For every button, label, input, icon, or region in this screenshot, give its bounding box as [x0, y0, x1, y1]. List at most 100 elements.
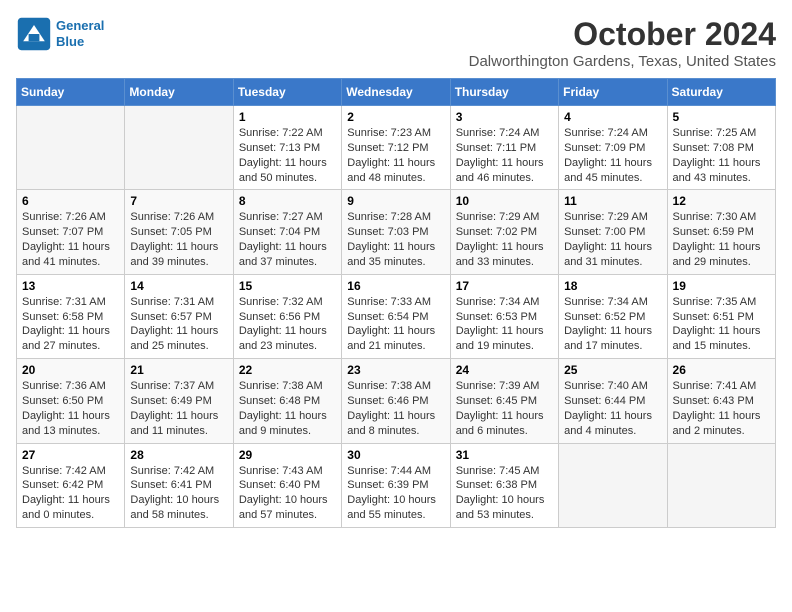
cell-sun-info: Sunrise: 7:39 AMSunset: 6:45 PMDaylight:… — [456, 379, 553, 438]
day-number: 16 — [347, 279, 444, 293]
cell-sun-info: Sunrise: 7:33 AMSunset: 6:54 PMDaylight:… — [347, 295, 444, 354]
calendar-cell: 2 Sunrise: 7:23 AMSunset: 7:12 PMDaylight… — [342, 106, 450, 190]
day-number: 5 — [673, 110, 770, 124]
logo-icon — [16, 16, 52, 52]
calendar-cell: 31 Sunrise: 7:45 AMSunset: 6:38 PMDayligh… — [450, 443, 558, 527]
day-number: 28 — [130, 448, 227, 462]
weekday-header-wednesday: Wednesday — [342, 79, 450, 106]
cell-sun-info: Sunrise: 7:38 AMSunset: 6:48 PMDaylight:… — [239, 379, 336, 438]
day-number: 8 — [239, 194, 336, 208]
weekday-header-friday: Friday — [559, 79, 667, 106]
cell-sun-info: Sunrise: 7:32 AMSunset: 6:56 PMDaylight:… — [239, 295, 336, 354]
cell-sun-info: Sunrise: 7:40 AMSunset: 6:44 PMDaylight:… — [564, 379, 661, 438]
cell-sun-info: Sunrise: 7:43 AMSunset: 6:40 PMDaylight:… — [239, 464, 336, 523]
cell-sun-info: Sunrise: 7:29 AMSunset: 7:02 PMDaylight:… — [456, 210, 553, 269]
day-number: 21 — [130, 363, 227, 377]
calendar-cell: 16 Sunrise: 7:33 AMSunset: 6:54 PMDayligh… — [342, 274, 450, 358]
cell-sun-info: Sunrise: 7:24 AMSunset: 7:09 PMDaylight:… — [564, 126, 661, 185]
day-number: 17 — [456, 279, 553, 293]
weekday-header-sunday: Sunday — [17, 79, 125, 106]
day-number: 27 — [22, 448, 119, 462]
day-number: 10 — [456, 194, 553, 208]
week-row-5: 27 Sunrise: 7:42 AMSunset: 6:42 PMDayligh… — [17, 443, 776, 527]
weekday-header-tuesday: Tuesday — [233, 79, 341, 106]
weekday-header-monday: Monday — [125, 79, 233, 106]
calendar-cell: 19 Sunrise: 7:35 AMSunset: 6:51 PMDayligh… — [667, 274, 775, 358]
cell-sun-info: Sunrise: 7:45 AMSunset: 6:38 PMDaylight:… — [456, 464, 553, 523]
calendar-cell — [559, 443, 667, 527]
cell-sun-info: Sunrise: 7:30 AMSunset: 6:59 PMDaylight:… — [673, 210, 770, 269]
calendar-cell — [125, 106, 233, 190]
calendar-cell: 28 Sunrise: 7:42 AMSunset: 6:41 PMDayligh… — [125, 443, 233, 527]
calendar-cell — [17, 106, 125, 190]
cell-sun-info: Sunrise: 7:38 AMSunset: 6:46 PMDaylight:… — [347, 379, 444, 438]
day-number: 2 — [347, 110, 444, 124]
weekday-header-saturday: Saturday — [667, 79, 775, 106]
day-number: 9 — [347, 194, 444, 208]
cell-sun-info: Sunrise: 7:31 AMSunset: 6:57 PMDaylight:… — [130, 295, 227, 354]
day-number: 30 — [347, 448, 444, 462]
cell-sun-info: Sunrise: 7:42 AMSunset: 6:41 PMDaylight:… — [130, 464, 227, 523]
cell-sun-info: Sunrise: 7:31 AMSunset: 6:58 PMDaylight:… — [22, 295, 119, 354]
page-header: General Blue October 2024 Dalworthington… — [16, 16, 776, 70]
logo-line2: Blue — [56, 34, 104, 50]
calendar-cell: 3Sunrise: 7:24 AMSunset: 7:11 PMDaylight… — [450, 106, 558, 190]
calendar-cell: 26Sunrise: 7:41 AMSunset: 6:43 PMDayligh… — [667, 359, 775, 443]
day-number: 31 — [456, 448, 553, 462]
week-row-3: 13 Sunrise: 7:31 AMSunset: 6:58 PMDayligh… — [17, 274, 776, 358]
calendar-cell: 8 Sunrise: 7:27 AMSunset: 7:04 PMDaylight… — [233, 190, 341, 274]
calendar-cell — [667, 443, 775, 527]
weekday-header-row: SundayMondayTuesdayWednesdayThursdayFrid… — [17, 79, 776, 106]
calendar-cell: 6 Sunrise: 7:26 AMSunset: 7:07 PMDaylight… — [17, 190, 125, 274]
logo-text: General Blue — [56, 18, 104, 49]
cell-sun-info: Sunrise: 7:36 AMSunset: 6:50 PMDaylight:… — [22, 379, 119, 438]
calendar-cell: 1Sunrise: 7:22 AMSunset: 7:13 PMDaylight… — [233, 106, 341, 190]
day-number: 25 — [564, 363, 661, 377]
calendar-cell: 27 Sunrise: 7:42 AMSunset: 6:42 PMDayligh… — [17, 443, 125, 527]
cell-sun-info: Sunrise: 7:37 AMSunset: 6:49 PMDaylight:… — [130, 379, 227, 438]
calendar-cell: 7Sunrise: 7:26 AMSunset: 7:05 PMDaylight… — [125, 190, 233, 274]
cell-sun-info: Sunrise: 7:24 AMSunset: 7:11 PMDaylight:… — [456, 126, 553, 185]
calendar-cell: 29 Sunrise: 7:43 AMSunset: 6:40 PMDayligh… — [233, 443, 341, 527]
location: Dalworthington Gardens, Texas, United St… — [469, 53, 776, 70]
calendar-cell: 9 Sunrise: 7:28 AMSunset: 7:03 PMDaylight… — [342, 190, 450, 274]
calendar-cell: 24Sunrise: 7:39 AMSunset: 6:45 PMDayligh… — [450, 359, 558, 443]
calendar-cell: 12Sunrise: 7:30 AMSunset: 6:59 PMDayligh… — [667, 190, 775, 274]
day-number: 11 — [564, 194, 661, 208]
day-number: 19 — [673, 279, 770, 293]
day-number: 22 — [239, 363, 336, 377]
calendar-cell: 21 Sunrise: 7:37 AMSunset: 6:49 PMDayligh… — [125, 359, 233, 443]
day-number: 20 — [22, 363, 119, 377]
cell-sun-info: Sunrise: 7:41 AMSunset: 6:43 PMDaylight:… — [673, 379, 770, 438]
calendar-cell: 18Sunrise: 7:34 AMSunset: 6:52 PMDayligh… — [559, 274, 667, 358]
day-number: 6 — [22, 194, 119, 208]
cell-sun-info: Sunrise: 7:29 AMSunset: 7:00 PMDaylight:… — [564, 210, 661, 269]
cell-sun-info: Sunrise: 7:22 AMSunset: 7:13 PMDaylight:… — [239, 126, 336, 185]
title-block: October 2024 Dalworthington Gardens, Tex… — [469, 16, 776, 70]
day-number: 13 — [22, 279, 119, 293]
cell-sun-info: Sunrise: 7:34 AMSunset: 6:53 PMDaylight:… — [456, 295, 553, 354]
cell-sun-info: Sunrise: 7:27 AMSunset: 7:04 PMDaylight:… — [239, 210, 336, 269]
logo: General Blue — [16, 16, 104, 52]
calendar-cell: 17 Sunrise: 7:34 AMSunset: 6:53 PMDayligh… — [450, 274, 558, 358]
day-number: 4 — [564, 110, 661, 124]
cell-sun-info: Sunrise: 7:23 AMSunset: 7:12 PMDaylight:… — [347, 126, 444, 185]
calendar-cell: 5Sunrise: 7:25 AMSunset: 7:08 PMDaylight… — [667, 106, 775, 190]
cell-sun-info: Sunrise: 7:42 AMSunset: 6:42 PMDaylight:… — [22, 464, 119, 523]
cell-sun-info: Sunrise: 7:28 AMSunset: 7:03 PMDaylight:… — [347, 210, 444, 269]
calendar-cell: 11 Sunrise: 7:29 AMSunset: 7:00 PMDayligh… — [559, 190, 667, 274]
calendar-cell: 30 Sunrise: 7:44 AMSunset: 6:39 PMDayligh… — [342, 443, 450, 527]
week-row-2: 6 Sunrise: 7:26 AMSunset: 7:07 PMDaylight… — [17, 190, 776, 274]
calendar-table: SundayMondayTuesdayWednesdayThursdayFrid… — [16, 78, 776, 528]
cell-sun-info: Sunrise: 7:26 AMSunset: 7:07 PMDaylight:… — [22, 210, 119, 269]
calendar-cell: 14Sunrise: 7:31 AMSunset: 6:57 PMDayligh… — [125, 274, 233, 358]
day-number: 7 — [130, 194, 227, 208]
cell-sun-info: Sunrise: 7:44 AMSunset: 6:39 PMDaylight:… — [347, 464, 444, 523]
calendar-cell: 23Sunrise: 7:38 AMSunset: 6:46 PMDayligh… — [342, 359, 450, 443]
calendar-cell: 25 Sunrise: 7:40 AMSunset: 6:44 PMDayligh… — [559, 359, 667, 443]
calendar-cell: 15Sunrise: 7:32 AMSunset: 6:56 PMDayligh… — [233, 274, 341, 358]
day-number: 29 — [239, 448, 336, 462]
logo-line1: General — [56, 18, 104, 34]
cell-sun-info: Sunrise: 7:35 AMSunset: 6:51 PMDaylight:… — [673, 295, 770, 354]
week-row-4: 20 Sunrise: 7:36 AMSunset: 6:50 PMDayligh… — [17, 359, 776, 443]
